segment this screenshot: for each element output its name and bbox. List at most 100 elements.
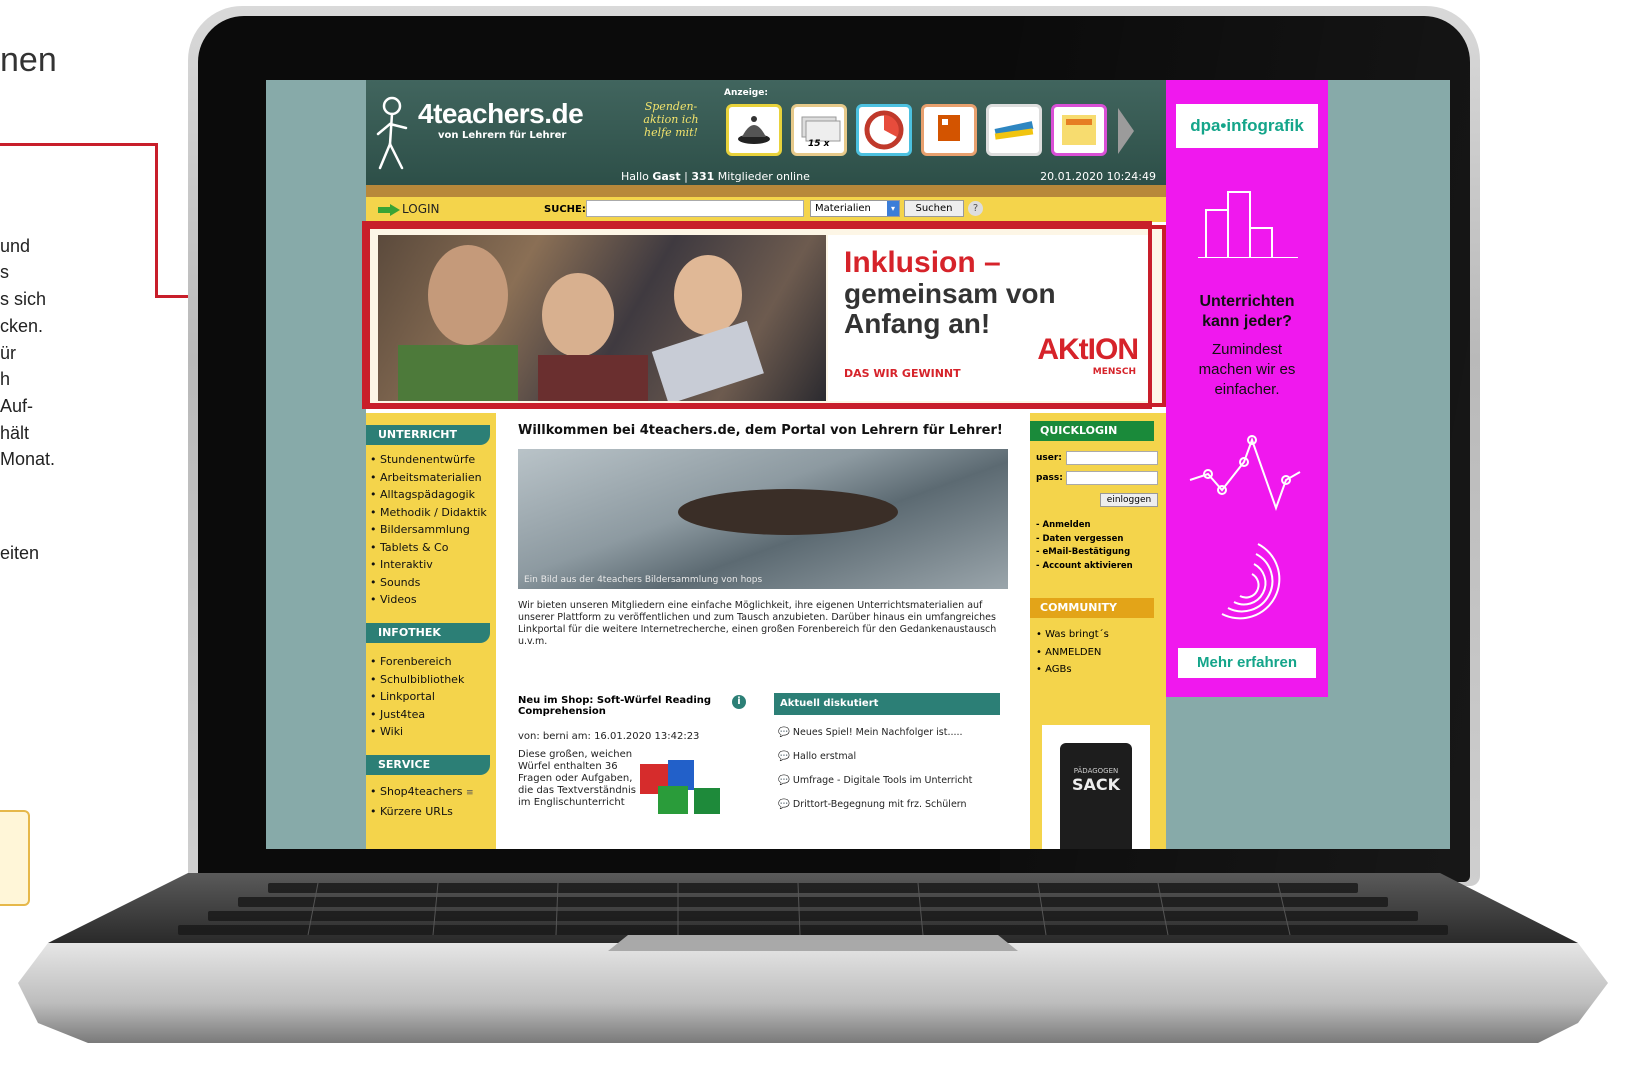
stickers-icon — [1062, 115, 1096, 145]
nav-item[interactable]: • Tablets & Co — [370, 539, 487, 557]
text-fragment: h — [0, 369, 11, 389]
nav-item[interactable]: • Stundenentwürfe — [370, 451, 487, 469]
text-fragment: eiten — [0, 543, 40, 563]
account-links: - Anmelden - Daten vergessen - eMail-Bes… — [1036, 519, 1133, 573]
ad-headline-1: Unterrichten — [1199, 293, 1295, 310]
spenden-link[interactable]: Spenden-aktion ich helfe mit! — [636, 100, 706, 139]
pass-input[interactable] — [1066, 471, 1158, 485]
aktion-mensch-logo-sub: MENSCH — [1092, 367, 1136, 377]
paedagogen-sack-ad[interactable]: PÄDAGOGEN SACK — [1042, 725, 1150, 849]
dice-icon — [938, 115, 960, 141]
welcome-heading: Willkommen bei 4teachers.de, dem Portal … — [518, 423, 1003, 438]
banner-photo-figures — [398, 245, 764, 405]
timer-icon — [864, 110, 904, 150]
discussion-item[interactable]: 💬 Hallo erstmal — [778, 751, 856, 762]
spiral-icon — [1221, 543, 1281, 620]
search-category-select[interactable]: Materialien ▾ — [810, 200, 900, 217]
line-chart-icon — [1189, 435, 1301, 511]
banner-photo — [378, 235, 826, 405]
ad-bell[interactable] — [726, 104, 782, 156]
screen: 4teachers.de von Lehrern für Lehrer Spen… — [266, 80, 1450, 849]
nav-section-service: SERVICE — [366, 755, 490, 775]
nav-item[interactable]: • Sounds — [370, 574, 487, 592]
text-fragment: ür — [0, 343, 17, 363]
pass-label: pass: — [1036, 473, 1063, 483]
site-logo[interactable]: 4teachers.de — [418, 98, 584, 130]
nav-item[interactable]: • Alltagspädagogik — [370, 486, 487, 504]
discussion-header: Aktuell diskutiert — [774, 693, 1000, 715]
user-input[interactable] — [1066, 451, 1158, 465]
shop-title[interactable]: Neu im Shop: Soft-Würfel Reading Compreh… — [518, 695, 718, 717]
account-link[interactable]: - Anmelden — [1036, 519, 1133, 533]
account-link[interactable]: - Account aktivieren — [1036, 560, 1133, 574]
login-link[interactable]: LOGIN — [402, 202, 440, 216]
select-value: Materialien — [815, 203, 871, 214]
user-label: user: — [1036, 453, 1062, 463]
nav-item[interactable]: • Linkportal — [370, 688, 464, 706]
community-link[interactable]: • ANMELDEN — [1036, 644, 1109, 662]
discussion-item[interactable]: 💬 Umfrage - Digitale Tools im Unterricht — [778, 775, 972, 786]
aktion-mensch-banner[interactable]: Inklusion – gemeinsam von Anfang an! DAS… — [366, 225, 1166, 407]
sack-label-top: PÄDAGOGEN — [1073, 767, 1119, 775]
help-icon[interactable]: ? — [968, 201, 983, 216]
ad-cards[interactable]: 15 x — [791, 104, 847, 156]
einloggen-button[interactable]: einloggen — [1100, 493, 1158, 507]
ad-sub-1: Zumindest — [1211, 341, 1283, 358]
nav-item[interactable]: • Wiki — [370, 723, 464, 741]
banner-text-panel: Inklusion – gemeinsam von Anfang an! DAS… — [828, 235, 1150, 401]
nav-item[interactable]: • Methodik / Didaktik — [370, 504, 487, 522]
nav-item[interactable]: • Just4tea — [370, 706, 464, 724]
community-links: • Was bringt´s • ANMELDEN • AGBs — [1036, 626, 1109, 679]
intro-text: Wir bieten unseren Mitgliedern eine einf… — [518, 600, 997, 647]
datetime: 20.01.2020 10:24:49 — [1040, 170, 1156, 183]
ad-dice[interactable] — [921, 104, 977, 156]
sack-image: PÄDAGOGEN SACK — [1060, 743, 1132, 849]
nav-item[interactable]: • Interaktiv — [370, 556, 487, 574]
speech-bubble-icon: 💬 — [778, 751, 790, 762]
ad-timer[interactable] — [856, 104, 912, 156]
search-input[interactable] — [586, 200, 804, 217]
discussion-item[interactable]: 💬 Neues Spiel! Mein Nachfolger ist..... — [778, 727, 963, 738]
text-fragment: hält — [0, 423, 30, 443]
discussion-item[interactable]: 💬 Drittort-Begegnung mit frz. Schülern — [778, 799, 967, 810]
ad-sub-3: einfacher. — [1214, 381, 1280, 398]
ad-stickers[interactable] — [1051, 104, 1107, 156]
website: 4teachers.de von Lehrern für Lehrer Spen… — [366, 80, 1166, 849]
nav-section-unterricht: UNTERRICHT — [366, 425, 490, 445]
nav-item[interactable]: • Arbeitsmaterialien — [370, 469, 487, 487]
search-button[interactable]: Suchen — [904, 200, 964, 217]
site-slogan: von Lehrern für Lehrer — [438, 130, 567, 141]
nav-item[interactable]: • Kürzere URLs — [370, 803, 474, 821]
community-link[interactable]: • Was bringt´s — [1036, 626, 1109, 644]
mehr-erfahren-button[interactable]: Mehr erfahren — [1178, 648, 1316, 678]
ads-next-icon[interactable] — [1116, 108, 1136, 154]
nav-section-infothek: INFOTHEK — [366, 623, 490, 643]
greeting: Hallo Gast | 331 Mitglieder online — [621, 170, 810, 183]
nav-item[interactable]: • Videos — [370, 591, 487, 609]
shop-text: Diese großen, weichen Würfel enthalten 36… — [518, 749, 636, 808]
featured-image[interactable]: Ein Bild aus der 4teachers Bildersammlun… — [518, 449, 1008, 589]
chevron-down-icon: ▾ — [887, 201, 899, 216]
ad-markers[interactable] — [986, 104, 1042, 156]
dpa-logo: dpa•infografik — [1176, 104, 1318, 148]
image-caption: Ein Bild aus der 4teachers Bildersammlun… — [524, 575, 763, 585]
account-link[interactable]: - eMail-Bestätigung — [1036, 546, 1133, 560]
dpa-infografik-ad[interactable]: dpa•infografik Unterrichten kann jeder? … — [1166, 80, 1328, 697]
info-icon[interactable]: i — [732, 695, 746, 709]
community-link[interactable]: • AGBs — [1036, 661, 1109, 679]
account-link[interactable]: - Daten vergessen — [1036, 533, 1133, 547]
text-fragment: Auf- — [0, 396, 34, 416]
nav-item[interactable]: • Schulbibliothek — [370, 671, 464, 689]
callout-line-h1 — [0, 143, 158, 146]
nav-item[interactable]: • Shop4teachers ≡ — [370, 783, 474, 803]
aktion-mensch-logo: AKtION — [1037, 333, 1139, 366]
chalk-ledge — [366, 185, 1166, 197]
ad-headline-2: kann jeder? — [1202, 313, 1292, 330]
text-fragment: cken. — [0, 316, 44, 336]
soft-dice-image[interactable] — [638, 758, 738, 816]
text-fragment: s sich — [0, 289, 47, 309]
arrow-right-icon — [378, 204, 400, 216]
right-sidebar: QUICKLOGIN user: pass: einloggen - Anmel… — [1030, 413, 1166, 849]
nav-item[interactable]: • Bildersammlung — [370, 521, 487, 539]
nav-item[interactable]: • Forenbereich — [370, 653, 464, 671]
